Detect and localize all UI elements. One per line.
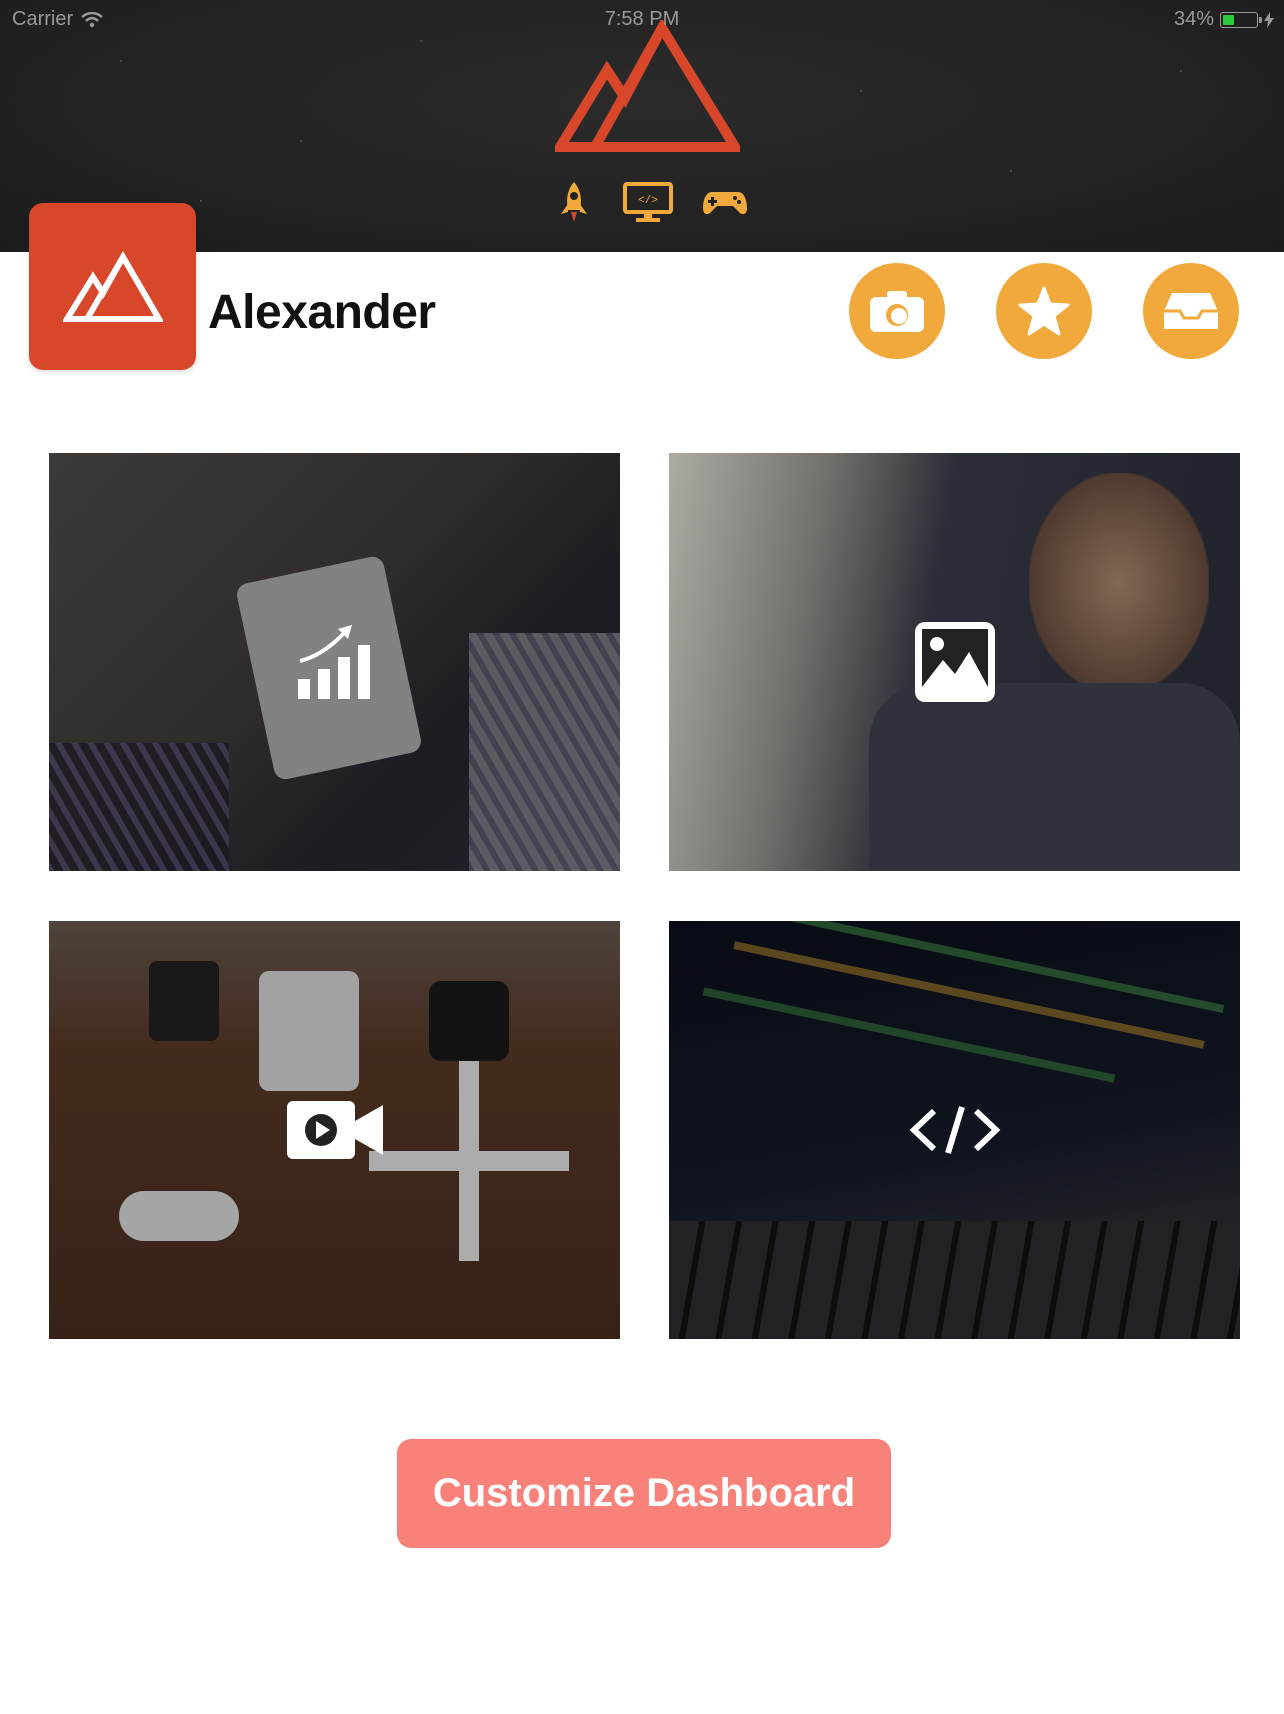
chart-icon [297,625,370,699]
header-nav: </> [550,178,750,228]
background-star [120,60,122,62]
tile-code[interactable] [669,921,1240,1339]
favorites-button[interactable] [996,263,1092,359]
background-star [1180,70,1182,72]
code-monitor-icon[interactable]: </> [622,178,674,226]
image-icon [914,622,995,702]
background-star [300,140,302,142]
inbox-button[interactable] [1143,263,1239,359]
background-star [200,200,202,202]
tile-analytics[interactable] [49,453,620,871]
background-star [420,40,422,42]
camera-button[interactable] [849,263,945,359]
battery-percent: 34% [1173,8,1214,30]
status-bar: Carrier 7:58 PM 34% [0,0,1284,38]
battery-fill [1223,14,1234,25]
mountain-logo [62,250,163,322]
status-time: 7:58 PM [604,8,680,30]
inbox-icon [1164,293,1218,329]
background-star [1010,170,1012,172]
charging-icon [1264,11,1274,28]
tile-photos[interactable] [669,453,1240,871]
background-star [860,90,862,92]
camera-icon [870,291,924,332]
avatar[interactable] [29,203,196,370]
star-icon [1018,286,1070,336]
monitor-code-text: </> [638,195,658,207]
tile-videos[interactable] [49,921,620,1339]
gamepad-icon[interactable] [702,178,748,226]
customize-dashboard-button[interactable]: Customize Dashboard [397,1439,891,1548]
status-right: 34% [1174,8,1274,31]
mountain-logo [555,20,740,152]
battery-icon [1220,11,1262,28]
code-icon [909,1106,1000,1154]
video-camera-icon [286,1101,383,1159]
rocket-icon[interactable] [550,178,598,226]
username: Alexander [208,286,436,339]
